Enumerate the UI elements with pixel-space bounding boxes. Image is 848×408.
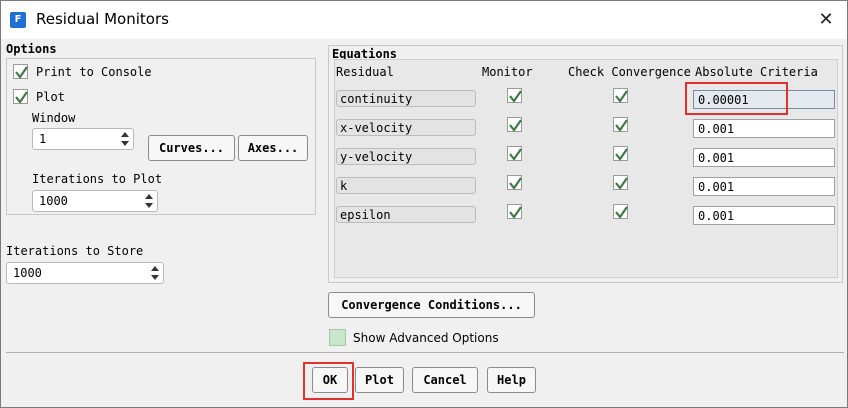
checkmark-icon: [509, 90, 522, 103]
check-convergence-checkbox-k[interactable]: [613, 175, 628, 190]
spinner-arrows-icon[interactable]: [149, 264, 161, 282]
show-advanced-options-checkbox[interactable]: [329, 329, 346, 346]
checkmark-icon: [509, 206, 522, 219]
residual-monitors-dialog: F Residual Monitors ✕ Options Print to C…: [0, 0, 848, 408]
absolute-criteria-input-y-velocity[interactable]: 0.001: [693, 148, 835, 167]
window-spinner[interactable]: 1: [32, 128, 134, 150]
title-bar: F Residual Monitors ✕: [1, 1, 847, 39]
checkmark-icon: [15, 91, 28, 104]
highlight-continuity-criteria: [685, 82, 788, 115]
footer-separator: [6, 352, 844, 353]
iterations-to-plot-value: 1000: [39, 194, 68, 208]
help-button[interactable]: Help: [487, 367, 536, 393]
checkmark-icon: [509, 177, 522, 190]
highlight-ok-button: [303, 362, 354, 400]
iterations-to-store-label: Iterations to Store: [6, 244, 144, 258]
axes-button[interactable]: Axes...: [238, 135, 308, 161]
monitor-checkbox-y-velocity[interactable]: [507, 146, 522, 161]
checkmark-icon: [509, 119, 522, 132]
spinner-arrows-icon[interactable]: [143, 192, 155, 210]
absolute-criteria-input-x-velocity[interactable]: 0.001: [693, 119, 835, 138]
absolute-criteria-input-epsilon[interactable]: 0.001: [693, 206, 835, 225]
curves-button[interactable]: Curves...: [148, 135, 235, 161]
checkmark-icon: [615, 148, 628, 161]
convergence-conditions-button[interactable]: Convergence Conditions...: [328, 292, 535, 318]
spinner-arrows-icon[interactable]: [119, 130, 131, 148]
iterations-to-plot-label: Iterations to Plot: [32, 172, 163, 186]
residual-name-x-velocity: x-velocity: [336, 119, 476, 136]
plot-label: Plot: [36, 90, 65, 104]
check-convergence-checkbox-epsilon[interactable]: [613, 204, 628, 219]
show-advanced-options-label: Show Advanced Options: [353, 331, 499, 345]
print-to-console-label: Print to Console: [36, 65, 152, 79]
column-header-monitor: Monitor: [482, 65, 533, 79]
cancel-button[interactable]: Cancel: [412, 367, 478, 393]
monitor-checkbox-continuity[interactable]: [507, 88, 522, 103]
checkmark-icon: [509, 148, 522, 161]
checkmark-icon: [615, 90, 628, 103]
monitor-checkbox-epsilon[interactable]: [507, 204, 522, 219]
monitor-checkbox-k[interactable]: [507, 175, 522, 190]
fluent-app-icon: F: [10, 12, 26, 28]
column-header-residual: Residual: [336, 65, 394, 79]
checkmark-icon: [615, 177, 628, 190]
column-header-check-convergence: Check Convergence: [568, 65, 691, 79]
residual-name-continuity: continuity: [336, 90, 476, 107]
check-convergence-checkbox-y-velocity[interactable]: [613, 146, 628, 161]
checkmark-icon: [615, 206, 628, 219]
absolute-criteria-input-k[interactable]: 0.001: [693, 177, 835, 196]
plot-checkbox[interactable]: [13, 89, 28, 104]
check-convergence-checkbox-continuity[interactable]: [613, 88, 628, 103]
print-to-console-checkbox[interactable]: [13, 64, 28, 79]
window-label: Window: [32, 111, 76, 125]
iterations-to-store-value: 1000: [13, 266, 42, 280]
close-icon[interactable]: ✕: [814, 9, 838, 31]
monitor-checkbox-x-velocity[interactable]: [507, 117, 522, 132]
iterations-to-plot-spinner[interactable]: 1000: [32, 190, 158, 212]
residual-name-y-velocity: y-velocity: [336, 148, 476, 165]
iterations-to-store-spinner[interactable]: 1000: [6, 262, 164, 284]
options-group-label: Options: [6, 42, 57, 56]
column-header-absolute-criteria: Absolute Criteria: [695, 65, 818, 79]
check-convergence-checkbox-x-velocity[interactable]: [613, 117, 628, 132]
window-value: 1: [39, 132, 47, 146]
plot-button[interactable]: Plot: [355, 367, 404, 393]
dialog-title: Residual Monitors: [36, 10, 169, 28]
checkmark-icon: [615, 119, 628, 132]
residual-name-epsilon: epsilon: [336, 206, 476, 223]
checkmark-icon: [15, 66, 28, 79]
residual-name-k: k: [336, 177, 476, 194]
